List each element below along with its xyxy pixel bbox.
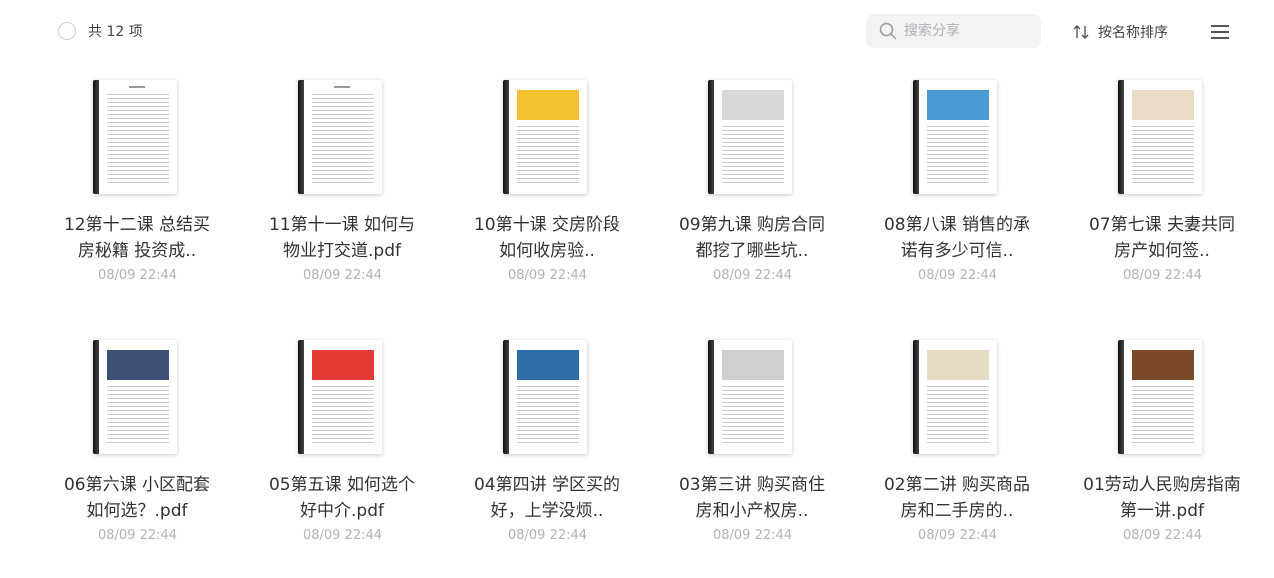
file-name: 08第八课 销售的承诺有多少可信.. xyxy=(883,215,1031,261)
thumbnail-cover-image xyxy=(1132,90,1194,120)
file-date: 08/09 22:44 xyxy=(917,268,998,283)
file-date: 08/09 22:44 xyxy=(507,268,588,283)
thumbnail-cover-image xyxy=(722,90,784,120)
file-date: 08/09 22:44 xyxy=(507,528,588,543)
file-name: 05第五课 如何选个好中介.pdf xyxy=(268,475,416,521)
thumbnail-cover-image xyxy=(722,350,784,380)
thumbnail-text-lines xyxy=(1132,386,1194,446)
document-spine xyxy=(1118,80,1124,194)
file-item[interactable]: 09第九课 购房合同都挖了哪些坑.. 08/09 22:44 xyxy=(650,70,855,318)
file-date: 08/09 22:44 xyxy=(712,268,793,283)
thumbnail-cover-image xyxy=(107,350,169,380)
thumbnail-cover-image xyxy=(312,350,374,380)
pdf-thumbnail xyxy=(1118,80,1202,194)
file-item[interactable]: 10第十课 交房阶段如何收房验.. 08/09 22:44 xyxy=(445,70,650,318)
thumbnail-text-lines xyxy=(312,386,374,446)
file-name: 12第十二课 总结买房秘籍 投资成.. xyxy=(63,215,211,261)
file-date: 08/09 22:44 xyxy=(1122,268,1203,283)
file-date: 08/09 22:44 xyxy=(97,528,178,543)
file-item[interactable]: 07第七课 夫妻共同房产如何签.. 08/09 22:44 xyxy=(1060,70,1265,318)
document-spine xyxy=(503,340,509,454)
file-item[interactable]: 12第十二课 总结买房秘籍 投资成.. 08/09 22:44 xyxy=(35,70,240,318)
file-date: 08/09 22:44 xyxy=(712,528,793,543)
pdf-thumbnail xyxy=(298,80,382,194)
pdf-thumbnail xyxy=(503,340,587,454)
document-spine xyxy=(708,340,714,454)
file-name: 03第三讲 购买商住房和小产权房.. xyxy=(678,475,826,521)
file-name: 01劳动人民购房指南 第一讲.pdf xyxy=(1083,475,1241,521)
thumbnail-text-lines xyxy=(312,94,374,186)
file-name: 11第十一课 如何与物业打交道.pdf xyxy=(268,215,416,261)
document-spine xyxy=(913,340,919,454)
thumbnail-heading xyxy=(334,86,350,88)
file-name: 07第七课 夫妻共同房产如何签.. xyxy=(1088,215,1236,261)
thumbnail-cover-image xyxy=(517,350,579,380)
pdf-thumbnail xyxy=(708,80,792,194)
file-date: 08/09 22:44 xyxy=(302,528,383,543)
thumbnail-text-lines xyxy=(107,386,169,446)
document-spine xyxy=(93,340,99,454)
pdf-thumbnail xyxy=(93,340,177,454)
document-spine xyxy=(298,340,304,454)
pdf-thumbnail xyxy=(1118,340,1202,454)
thumbnail-heading xyxy=(129,86,145,88)
file-name: 06第六课 小区配套如何选？.pdf xyxy=(63,475,211,521)
file-grid: 12第十二课 总结买房秘籍 投资成.. 08/09 22:44 11第十一课 如何与… xyxy=(35,70,1265,578)
sort-label: 按名称排序 xyxy=(1098,25,1168,41)
sort-button[interactable]: 按名称排序 xyxy=(1072,22,1168,42)
document-spine xyxy=(708,80,714,194)
document-spine xyxy=(1118,340,1124,454)
pdf-thumbnail xyxy=(298,340,382,454)
search-icon xyxy=(879,22,897,40)
menu-icon[interactable] xyxy=(1210,24,1230,40)
item-count: 共 12 项 xyxy=(88,24,143,40)
thumbnail-text-lines xyxy=(517,126,579,186)
file-item[interactable]: 01劳动人民购房指南 第一讲.pdf 08/09 22:44 xyxy=(1060,330,1265,578)
file-item[interactable]: 05第五课 如何选个好中介.pdf 08/09 22:44 xyxy=(240,330,445,578)
file-date: 08/09 22:44 xyxy=(97,268,178,283)
thumbnail-text-lines xyxy=(107,94,169,186)
file-name: 10第十课 交房阶段如何收房验.. xyxy=(473,215,621,261)
file-item[interactable]: 08第八课 销售的承诺有多少可信.. 08/09 22:44 xyxy=(855,70,1060,318)
thumbnail-cover-image xyxy=(517,90,579,120)
search-box[interactable] xyxy=(866,14,1041,48)
document-spine xyxy=(503,80,509,194)
pdf-thumbnail xyxy=(503,80,587,194)
file-item[interactable]: 11第十一课 如何与物业打交道.pdf 08/09 22:44 xyxy=(240,70,445,318)
thumbnail-text-lines xyxy=(722,386,784,446)
thumbnail-text-lines xyxy=(722,126,784,186)
pdf-thumbnail xyxy=(913,80,997,194)
pdf-thumbnail xyxy=(708,340,792,454)
thumbnail-text-lines xyxy=(1132,126,1194,186)
search-input[interactable] xyxy=(904,14,1034,48)
pdf-thumbnail xyxy=(913,340,997,454)
file-name: 09第九课 购房合同都挖了哪些坑.. xyxy=(678,215,826,261)
thumbnail-cover-image xyxy=(927,90,989,120)
file-name: 04第四讲 学区买的好，上学没烦.. xyxy=(473,475,621,521)
document-spine xyxy=(93,80,99,194)
sort-icon xyxy=(1073,25,1089,39)
file-item[interactable]: 02第二讲 购买商品房和二手房的.. 08/09 22:44 xyxy=(855,330,1060,578)
pdf-thumbnail xyxy=(93,80,177,194)
document-spine xyxy=(298,80,304,194)
file-date: 08/09 22:44 xyxy=(302,268,383,283)
document-spine xyxy=(913,80,919,194)
file-date: 08/09 22:44 xyxy=(917,528,998,543)
thumbnail-cover-image xyxy=(1132,350,1194,380)
file-item[interactable]: 03第三讲 购买商住房和小产权房.. 08/09 22:44 xyxy=(650,330,855,578)
file-item[interactable]: 04第四讲 学区买的好，上学没烦.. 08/09 22:44 xyxy=(445,330,650,578)
file-date: 08/09 22:44 xyxy=(1122,528,1203,543)
thumbnail-text-lines xyxy=(517,386,579,446)
file-item[interactable]: 06第六课 小区配套如何选？.pdf 08/09 22:44 xyxy=(35,330,240,578)
thumbnail-cover-image xyxy=(927,350,989,380)
file-name: 02第二讲 购买商品房和二手房的.. xyxy=(883,475,1031,521)
thumbnail-text-lines xyxy=(927,386,989,446)
thumbnail-text-lines xyxy=(927,126,989,186)
select-all-checkbox[interactable] xyxy=(58,22,76,40)
